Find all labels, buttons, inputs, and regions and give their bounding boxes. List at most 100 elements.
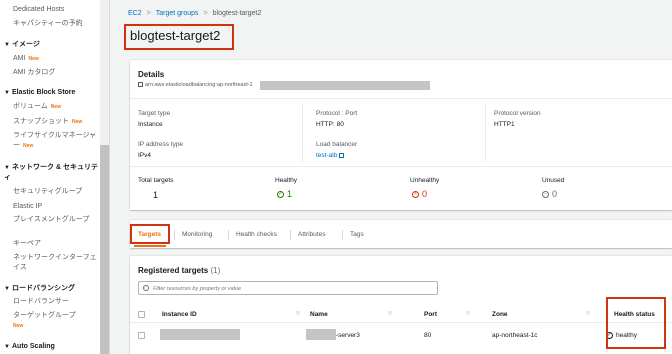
tab-health-checks[interactable]: Health checks: [236, 231, 277, 238]
sidebar: Dedicated Hosts キャパシティーの予約 ▼ イメージ AMI New …: [0, 0, 110, 354]
sidebar-item-target-groups[interactable]: ターゲットグループ New: [13, 311, 99, 331]
target-type-value: Instance: [138, 121, 163, 128]
total-targets-value: 1: [153, 190, 159, 200]
unused-label: Unused: [542, 177, 565, 184]
external-link-icon: [339, 152, 345, 158]
arn: arn:aws:elasticloadbalancing:ap-northeas…: [138, 82, 253, 88]
column-port[interactable]: Port ▽: [424, 311, 470, 318]
healthy-label: Healthy: [275, 177, 298, 184]
minus-circle-icon: −: [542, 191, 549, 199]
tab-targets[interactable]: Targets: [138, 231, 161, 238]
caret-down-icon: ▼: [4, 286, 10, 292]
details-panel: Details arn:aws:elasticloadbalancing:ap-…: [130, 60, 672, 210]
sidebar-item-network-interfaces[interactable]: ネットワークインターフェイス: [13, 253, 99, 273]
tab-tags[interactable]: Tags: [350, 231, 364, 238]
filter-box[interactable]: [138, 281, 438, 295]
redacted-instance-id: [160, 329, 240, 340]
tab-divider: [174, 230, 175, 240]
caret-down-icon: ▼: [4, 42, 10, 48]
sidebar-item-volumes[interactable]: ボリューム New: [13, 102, 99, 112]
active-tab-indicator: [134, 245, 166, 247]
load-balancer-link[interactable]: test-alb: [316, 152, 345, 159]
tabs-bar: Targets Monitoring Health checks Attribu…: [130, 220, 672, 248]
sidebar-item-key-pairs[interactable]: キーペア: [13, 239, 99, 249]
caret-down-icon: ▼: [4, 344, 10, 350]
details-title: Details: [138, 70, 165, 79]
tab-attributes[interactable]: Attributes: [298, 231, 325, 238]
registered-targets-panel: Registered targets (1) Instance ID▽ Name…: [130, 256, 672, 354]
sidebar-section-load-balancing[interactable]: ▼ ロードバランシング: [4, 284, 99, 294]
tab-monitoring[interactable]: Monitoring: [182, 231, 212, 238]
redacted-arn: [260, 81, 430, 90]
breadcrumb-current: blogtest-target2: [212, 10, 262, 17]
target-type-label: Target type: [138, 110, 171, 117]
breadcrumb-ec2[interactable]: EC2: [128, 10, 142, 17]
tab-divider: [228, 230, 229, 240]
new-badge: New: [28, 56, 39, 62]
sidebar-item-dedicated-hosts[interactable]: Dedicated Hosts: [13, 5, 99, 15]
protocol-version-value: HTTP1: [494, 121, 515, 128]
check-circle-icon: ✓: [277, 191, 284, 199]
divider: [130, 98, 672, 99]
new-badge: New: [72, 119, 83, 125]
x-circle-icon: ×: [412, 191, 419, 199]
sort-icon[interactable]: ▽: [586, 311, 590, 317]
sidebar-item-placement-groups[interactable]: プレイスメントグループ: [13, 215, 99, 225]
protocol-port-label: Protocol : Port: [316, 110, 358, 117]
copy-icon[interactable]: [138, 82, 143, 88]
protocol-port-value: HTTP: 80: [316, 121, 344, 128]
sidebar-scrollbar-thumb[interactable]: [100, 145, 109, 354]
main-content: EC2 > Target groups > blogtest-target2 blogt…: [110, 0, 672, 354]
total-targets-label: Total targets: [138, 177, 174, 184]
registered-targets-title: Registered targets (1): [138, 266, 221, 275]
tab-divider: [342, 230, 343, 240]
protocol-version-label: Protocol version: [494, 110, 541, 117]
sidebar-item-load-balancers[interactable]: ロードバランサー: [13, 297, 99, 307]
divider: [485, 104, 486, 162]
table-header-divider: [130, 322, 672, 323]
sidebar-section-auto-scaling[interactable]: ▼ Auto Scaling: [4, 342, 99, 352]
sort-icon[interactable]: ▽: [466, 311, 470, 317]
row-checkbox[interactable]: [138, 332, 145, 339]
new-badge: New: [23, 143, 34, 149]
caret-down-icon: ▼: [4, 90, 10, 96]
cell-name: -server3: [336, 332, 360, 339]
load-balancer-label: Load balancer: [316, 141, 358, 148]
column-zone[interactable]: Zone ▽: [492, 311, 590, 318]
sidebar-item-snapshots[interactable]: スナップショット New: [13, 117, 99, 127]
sidebar-section-ebs[interactable]: ▼ Elastic Block Store: [4, 88, 99, 98]
new-badge: New: [50, 104, 62, 110]
sidebar-section-network-security[interactable]: ▼ ネットワーク & セキュリティ: [4, 163, 99, 183]
sidebar-item-ami-catalog[interactable]: AMI カタログ: [13, 68, 99, 78]
divider: [302, 104, 303, 162]
health-status-highlight-box: [606, 297, 666, 349]
cell-zone: ap-northeast-1c: [492, 332, 538, 339]
breadcrumb-target-groups[interactable]: Target groups: [156, 10, 199, 17]
search-icon: [143, 285, 149, 291]
caret-down-icon: ▼: [4, 165, 10, 171]
ip-type-label: IP address type: [138, 141, 184, 148]
sidebar-item-ami[interactable]: AMI New: [13, 54, 99, 64]
column-name[interactable]: Name ▽: [310, 311, 392, 318]
redacted-name: [306, 329, 336, 340]
new-badge: New: [13, 323, 24, 329]
tab-divider: [290, 230, 291, 240]
unused-value: −0: [542, 189, 557, 199]
sidebar-item-elastic-ip[interactable]: Elastic IP: [13, 202, 99, 212]
sort-icon[interactable]: ▽: [296, 311, 300, 317]
page-title: blogtest-target2: [130, 28, 221, 43]
sidebar-item-capacity-reservations[interactable]: キャパシティーの予約: [13, 19, 99, 29]
ip-type-value: IPv4: [138, 152, 152, 159]
sidebar-item-security-groups[interactable]: セキュリティグループ: [13, 187, 99, 197]
unhealthy-value: × 0: [412, 189, 427, 199]
chevron-right-icon: >: [146, 10, 151, 17]
unhealthy-label: Unhealthy: [410, 177, 440, 184]
column-instance-id[interactable]: Instance ID ▽: [162, 311, 300, 318]
sidebar-section-images[interactable]: ▼ イメージ: [4, 40, 99, 50]
select-all-checkbox[interactable]: [138, 311, 145, 318]
healthy-value: ✓ 1: [277, 189, 293, 199]
filter-input[interactable]: [153, 284, 433, 293]
sidebar-item-lifecycle-manager[interactable]: ライフサイクルマネージャー New: [13, 131, 99, 151]
chevron-right-icon: >: [203, 10, 208, 17]
sort-icon[interactable]: ▽: [388, 311, 392, 317]
